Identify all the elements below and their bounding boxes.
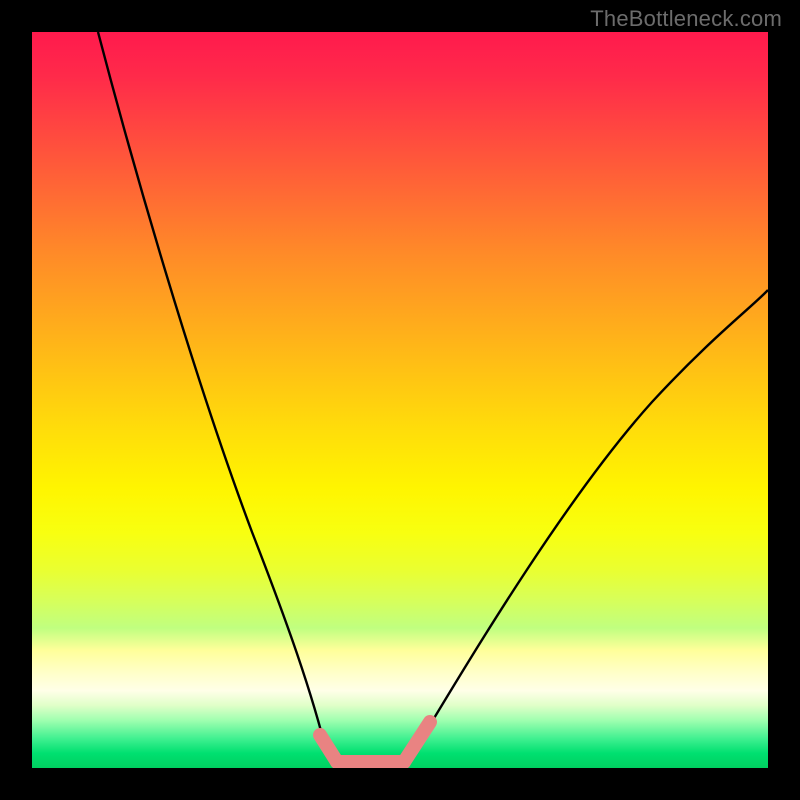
left-curve bbox=[98, 32, 328, 758]
curve-layer bbox=[32, 32, 768, 768]
right-curve bbox=[410, 290, 768, 758]
chart-frame: TheBottleneck.com bbox=[0, 0, 800, 800]
attribution-text: TheBottleneck.com bbox=[590, 6, 782, 32]
plot-area bbox=[32, 32, 768, 768]
pink-highlight-right bbox=[404, 722, 430, 762]
